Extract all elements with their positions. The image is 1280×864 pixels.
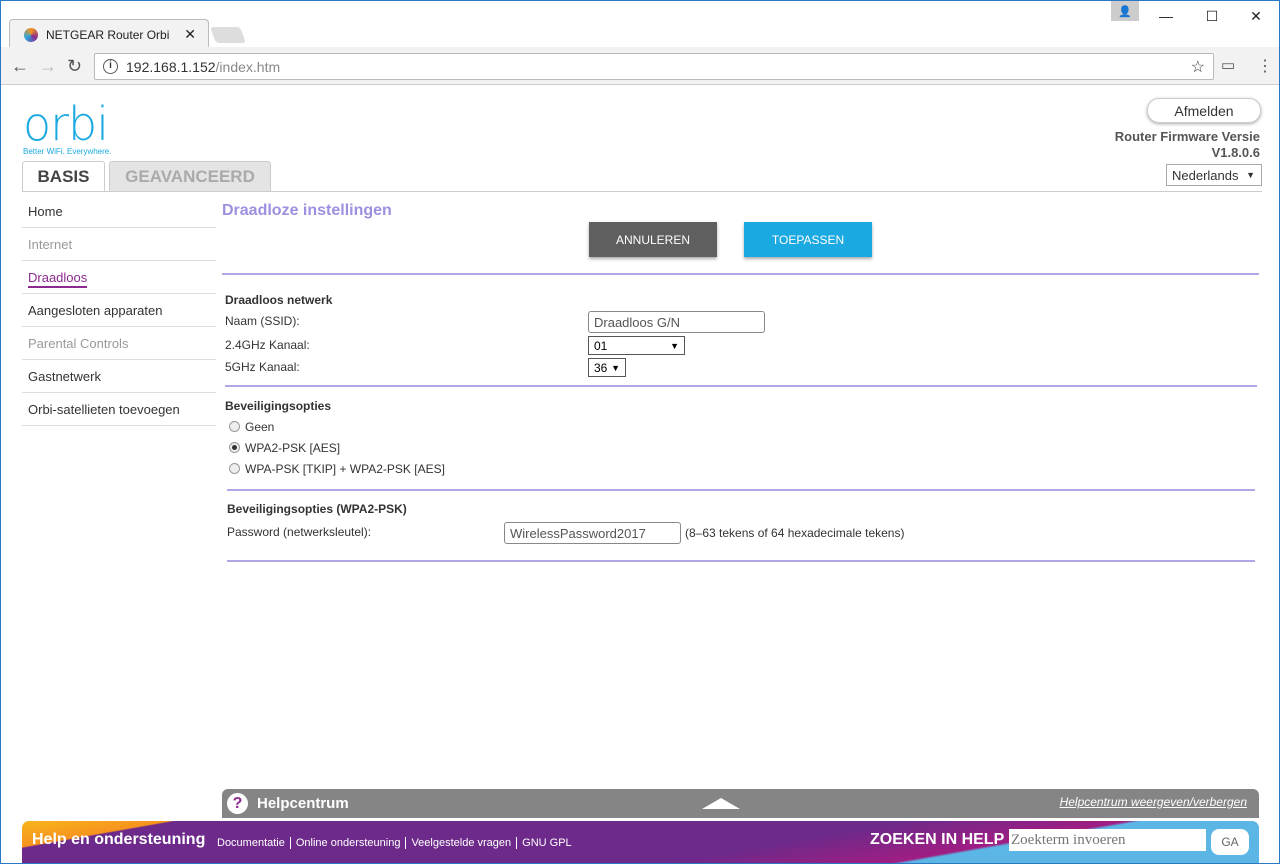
- channel-24-label: 2.4GHz Kanaal:: [225, 338, 310, 352]
- firmware-label: Router Firmware Versie: [1114, 129, 1260, 144]
- expand-up-icon[interactable]: [702, 798, 740, 809]
- security-option-geen[interactable]: Geen: [229, 420, 274, 434]
- browser-tab[interactable]: NETGEAR Router Orbi ✕: [9, 19, 209, 49]
- radio-button[interactable]: [229, 442, 240, 453]
- cast-icon[interactable]: ▭: [1221, 56, 1235, 74]
- minimize-button[interactable]: —: [1143, 1, 1189, 31]
- new-tab-button[interactable]: [210, 27, 246, 43]
- language-value: Nederlands: [1172, 167, 1239, 183]
- divider: [227, 560, 1255, 562]
- channel-5-select[interactable]: 36 ▼: [588, 358, 626, 377]
- radio-button[interactable]: [229, 463, 240, 474]
- browser-tabstrip: NETGEAR Router Orbi ✕ 👤 — ☐ ✕: [1, 1, 1279, 49]
- maximize-button[interactable]: ☐: [1189, 1, 1235, 31]
- password-hint: (8–63 tekens of 64 hexadecimale tekens): [685, 526, 905, 540]
- channel-24-select[interactable]: 01 ▼: [588, 336, 685, 355]
- apply-button[interactable]: TOEPASSEN: [744, 222, 872, 257]
- link-documentatie[interactable]: Documentatie: [212, 837, 291, 849]
- password-input[interactable]: [504, 522, 681, 544]
- firmware-version: V1.8.0.6: [1211, 145, 1260, 160]
- help-center-bar: ? Helpcentrum Helpcentrum weergeven/verb…: [222, 789, 1259, 818]
- close-tab-icon[interactable]: ✕: [184, 26, 196, 43]
- address-bar[interactable]: i 192.168.1.152/index.htm ☆: [94, 53, 1214, 80]
- language-select[interactable]: Nederlands ▼: [1166, 164, 1262, 186]
- chevron-down-icon: ▼: [670, 340, 679, 351]
- sidebar-item-home[interactable]: Home: [22, 195, 216, 228]
- info-icon[interactable]: i: [103, 59, 118, 74]
- chevron-down-icon: ▼: [611, 362, 620, 373]
- logout-button[interactable]: Afmelden: [1147, 98, 1261, 123]
- back-icon[interactable]: ←: [11, 56, 29, 77]
- channel-5-label: 5GHz Kanaal:: [225, 360, 300, 374]
- help-icon: ?: [227, 793, 248, 814]
- link-gnu-gpl[interactable]: GNU GPL: [517, 837, 577, 849]
- security-option-wpa-wpa2[interactable]: WPA-PSK [TKIP] + WPA2-PSK [AES]: [229, 462, 445, 476]
- link-online-ondersteuning[interactable]: Online ondersteuning: [290, 837, 407, 849]
- sidebar-item-parental-controls[interactable]: Parental Controls: [22, 327, 216, 360]
- tab-basis[interactable]: BASIS: [22, 161, 105, 192]
- divider: [227, 489, 1255, 491]
- menu-icon[interactable]: ⋮: [1257, 56, 1273, 76]
- close-window-button[interactable]: ✕: [1233, 1, 1279, 31]
- security-heading: Beveiligingsopties: [225, 399, 332, 413]
- wpa-heading: Beveiligingsopties (WPA2-PSK): [227, 502, 407, 516]
- help-footer: Help en ondersteuning Documentatie Online…: [22, 821, 1259, 863]
- reload-icon[interactable]: ↻: [67, 56, 82, 77]
- network-heading: Draadloos netwerk: [225, 293, 333, 307]
- netgear-favicon-icon: [24, 27, 38, 42]
- page-title: Draadloze instellingen: [222, 202, 392, 219]
- help-toggle-link[interactable]: Helpcentrum weergeven/verbergen: [1060, 795, 1247, 809]
- sidebar-item-aangesloten-apparaten[interactable]: Aangesloten apparaten: [22, 294, 216, 327]
- footer-title: Help en ondersteuning: [32, 831, 206, 848]
- security-option-wpa2[interactable]: WPA2-PSK [AES]: [229, 441, 340, 455]
- url-host: 192.168.1.152: [126, 58, 216, 75]
- password-label: Password (netwerksleutel):: [227, 525, 372, 539]
- forward-icon[interactable]: →: [39, 56, 57, 77]
- orbi-logo: orbi: [23, 97, 109, 151]
- link-veelgestelde-vragen[interactable]: Veelgestelde vragen: [406, 837, 518, 849]
- search-go-button[interactable]: GA: [1211, 829, 1249, 855]
- cancel-button[interactable]: ANNULEREN: [589, 222, 717, 257]
- chevron-down-icon: ▼: [1246, 170, 1255, 180]
- radio-button[interactable]: [229, 421, 240, 432]
- sidebar-item-internet[interactable]: Internet: [22, 228, 216, 261]
- bookmark-star-icon[interactable]: ☆: [1191, 57, 1205, 77]
- browser-toolbar: ← → ↻ i 192.168.1.152/index.htm ☆ ▭ ⋮: [1, 47, 1279, 85]
- divider: [22, 191, 1262, 192]
- help-center-title: Helpcentrum: [257, 795, 349, 812]
- sidebar-item-gastnetwerk[interactable]: Gastnetwerk: [22, 360, 216, 393]
- sidebar-item-orbi-satellieten[interactable]: Orbi-satellieten toevoegen: [22, 393, 216, 426]
- ssid-input[interactable]: [588, 311, 765, 333]
- profile-icon[interactable]: 👤: [1111, 1, 1139, 21]
- divider: [225, 385, 1257, 387]
- url-path: /index.htm: [215, 58, 281, 75]
- logo-tagline: Better WiFi. Everywhere.: [23, 147, 112, 156]
- help-search-input[interactable]: [1009, 829, 1206, 851]
- footer-links: Documentatie Online ondersteuning Veelgest…: [212, 834, 577, 849]
- ssid-label: Naam (SSID):: [225, 314, 300, 328]
- divider: [222, 273, 1259, 275]
- tab-geavanceerd[interactable]: GEAVANCEERD: [109, 161, 271, 191]
- search-label: ZOEKEN IN HELP: [870, 831, 1005, 848]
- tab-title: NETGEAR Router Orbi: [46, 27, 170, 42]
- sidebar-item-draadloos[interactable]: Draadloos: [22, 261, 216, 294]
